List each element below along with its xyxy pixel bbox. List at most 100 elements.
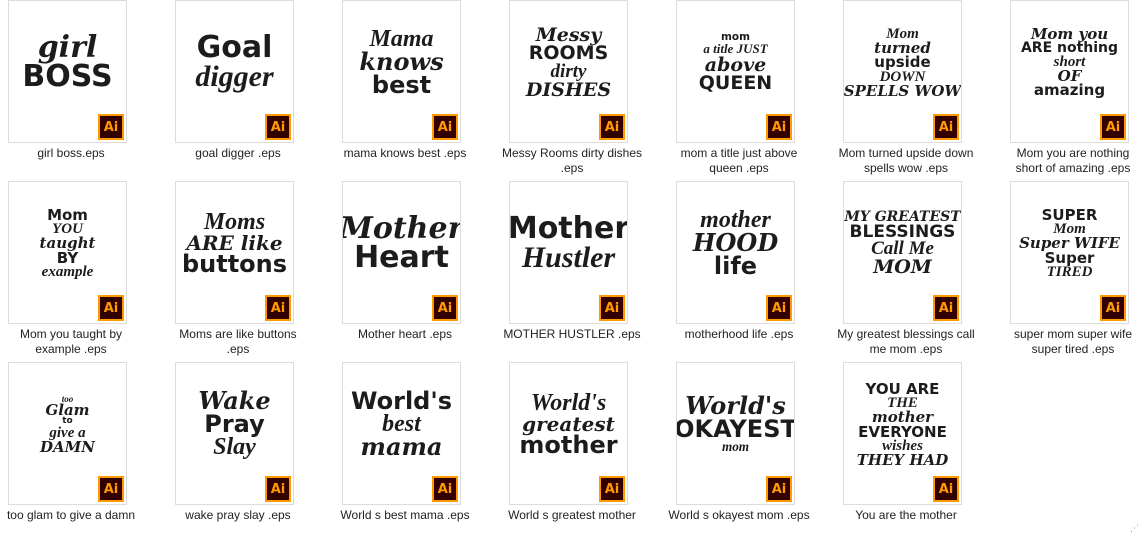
artwork-text: EVERYONE: [858, 422, 947, 441]
artwork-text: upside: [874, 53, 931, 72]
artwork-text: DAMN: [40, 438, 95, 457]
file-thumbnail[interactable]: Goal digger Ai: [175, 0, 294, 143]
file-name-label[interactable]: mom a title just above queen .eps: [668, 146, 810, 176]
illustrator-file-icon: Ai: [1100, 114, 1126, 140]
thumbnail-artwork: Mom you ARE nothing short OF amazing: [1015, 9, 1124, 116]
file-name-label[interactable]: mama knows best .eps: [334, 146, 476, 161]
file-name-label[interactable]: Moms are like buttons .eps: [167, 327, 309, 357]
thumbnail-artwork: too Glam to give a DAMN: [13, 371, 122, 478]
artwork-text: Hustler: [521, 240, 616, 274]
artwork-text: DISHES: [525, 78, 612, 101]
file-thumbnail[interactable]: World's greatest mother Ai: [509, 362, 628, 505]
artwork-text: Pray: [204, 410, 265, 439]
artwork-text: OKAYEST: [676, 415, 795, 444]
thumbnail-artwork: SUPER Mom Super WIFE Super TIRED: [1015, 190, 1124, 297]
thumbnail-artwork: Goal digger: [180, 9, 289, 116]
file-name-label[interactable]: Mom turned upside down spells wow .eps: [835, 146, 977, 176]
file-thumbnail[interactable]: too Glam to give a DAMN Ai: [8, 362, 127, 505]
thumbnail-artwork: Moms ARE like buttons: [180, 190, 289, 297]
file-name-label[interactable]: girl boss.eps: [0, 146, 142, 161]
file-thumbnail[interactable]: Mother Heart Ai: [342, 181, 461, 324]
thumbnail-artwork: mother HOOD life: [681, 190, 790, 297]
artwork-text: SPELLS WOW: [843, 81, 962, 100]
artwork-text: best: [371, 70, 432, 99]
artwork-text: BY: [56, 248, 79, 267]
illustrator-file-icon: Ai: [265, 476, 291, 502]
artwork-text: buttons: [181, 250, 288, 278]
artwork-text: mama: [360, 431, 443, 461]
illustrator-file-icon: Ai: [265, 114, 291, 140]
artwork-text: BOSS: [22, 58, 113, 94]
artwork-text: ARE nothing: [1020, 39, 1119, 56]
file-name-label[interactable]: wake pray slay .eps: [167, 508, 309, 523]
illustrator-file-icon: Ai: [432, 114, 458, 140]
artwork-text: World's: [351, 387, 452, 416]
file-name-label[interactable]: World s best mama .eps: [334, 508, 476, 523]
artwork-text: Mother: [509, 211, 628, 246]
artwork-text: Slay: [213, 433, 256, 460]
artwork-text: life: [713, 251, 758, 280]
artwork-text: amazing: [1033, 81, 1106, 100]
artwork-text: YOU ARE: [865, 379, 940, 398]
file-name-label[interactable]: World s okayest mom .eps: [668, 508, 810, 523]
artwork-text: example: [41, 263, 94, 280]
file-name-label[interactable]: You are the mother: [835, 508, 977, 523]
file-name-label[interactable]: too glam to give a damn: [0, 508, 142, 523]
file-thumbnail[interactable]: Messy ROOMS dirty DISHES Ai: [509, 0, 628, 143]
file-thumbnail[interactable]: mom a title JUST above QUEEN Ai: [676, 0, 795, 143]
illustrator-file-icon: Ai: [599, 114, 625, 140]
file-thumbnail[interactable]: World's OKAYEST mom Ai: [676, 362, 795, 505]
illustrator-file-icon: Ai: [766, 295, 792, 321]
illustrator-file-icon: Ai: [265, 295, 291, 321]
file-thumbnail[interactable]: girl BOSS Ai: [8, 0, 127, 143]
artwork-text: ROOMS: [528, 42, 609, 65]
artwork-text: SUPER: [1041, 205, 1098, 224]
file-name-label[interactable]: Messy Rooms dirty dishes .eps: [501, 146, 643, 176]
illustrator-file-icon: Ai: [933, 476, 959, 502]
artwork-text: Mom: [47, 205, 88, 224]
illustrator-file-icon: Ai: [766, 114, 792, 140]
artwork-text: Goal: [196, 30, 273, 65]
illustrator-file-icon: Ai: [933, 114, 959, 140]
artwork-text: dirty: [550, 60, 587, 82]
file-thumbnail[interactable]: Mom turned upside DOWN SPELLS WOW Ai: [843, 0, 962, 143]
file-name-label[interactable]: My greatest blessings call me mom .eps: [835, 327, 977, 357]
thumbnail-artwork: World's OKAYEST mom: [677, 371, 794, 478]
thumbnail-artwork: Wake Pray Slay: [180, 371, 289, 478]
thumbnail-artwork: World's greatest mother: [514, 371, 623, 478]
file-thumbnail[interactable]: Mama knows best Ai: [342, 0, 461, 143]
artwork-text: above: [704, 53, 767, 76]
file-thumbnail[interactable]: YOU ARE THE mother EVERYONE wishes THEY HAD Ai: [843, 362, 962, 505]
file-thumbnail[interactable]: Mom you ARE nothing short OF amazing Ai: [1010, 0, 1129, 143]
thumbnail-artwork: Mama knows best: [347, 9, 456, 116]
file-name-label[interactable]: super mom super wife super tired .eps: [1002, 327, 1142, 357]
file-name-label[interactable]: motherhood life .eps: [668, 327, 810, 342]
file-thumbnail[interactable]: mother HOOD life Ai: [676, 181, 795, 324]
illustrator-file-icon: Ai: [599, 295, 625, 321]
file-name-label[interactable]: MOTHER HUSTLER .eps: [501, 327, 643, 342]
file-thumbnail[interactable]: Mother Hustler Ai: [509, 181, 628, 324]
file-name-label[interactable]: Mom you are nothing short of amazing .ep…: [1002, 146, 1142, 176]
file-name-label[interactable]: Mom you taught by example .eps: [0, 327, 142, 357]
thumbnail-artwork: girl BOSS: [13, 9, 122, 116]
artwork-text: Super: [1044, 248, 1095, 267]
file-thumbnail[interactable]: MY GREATEST BLESSINGS Call Me MOM Ai: [843, 181, 962, 324]
thumbnail-artwork: MY GREATEST BLESSINGS Call Me MOM: [844, 190, 960, 297]
file-thumbnail[interactable]: Moms ARE like buttons Ai: [175, 181, 294, 324]
file-thumbnail[interactable]: Mom YOU taught BY example Ai: [8, 181, 127, 324]
illustrator-file-icon: Ai: [98, 114, 124, 140]
file-name-label[interactable]: goal digger .eps: [167, 146, 309, 161]
file-thumbnail[interactable]: SUPER Mom Super WIFE Super TIRED Ai: [1010, 181, 1129, 324]
file-thumbnail[interactable]: World's best mama Ai: [342, 362, 461, 505]
artwork-text: mom: [721, 439, 750, 455]
thumbnail-artwork: World's best mama: [347, 371, 456, 478]
illustrator-file-icon: Ai: [432, 476, 458, 502]
file-name-label[interactable]: Mother heart .eps: [334, 327, 476, 342]
file-thumbnail[interactable]: Wake Pray Slay Ai: [175, 362, 294, 505]
artwork-text: Glam: [45, 401, 90, 420]
illustrator-file-icon: Ai: [599, 476, 625, 502]
resize-grip-icon[interactable]: ⋰: [1130, 524, 1139, 534]
thumbnail-artwork: mom a title JUST above QUEEN: [681, 9, 790, 116]
file-name-label[interactable]: World s greatest mother: [501, 508, 643, 523]
file-grid: girl BOSS Ai girl boss.eps Goal digger Ai goal …: [0, 0, 1142, 542]
